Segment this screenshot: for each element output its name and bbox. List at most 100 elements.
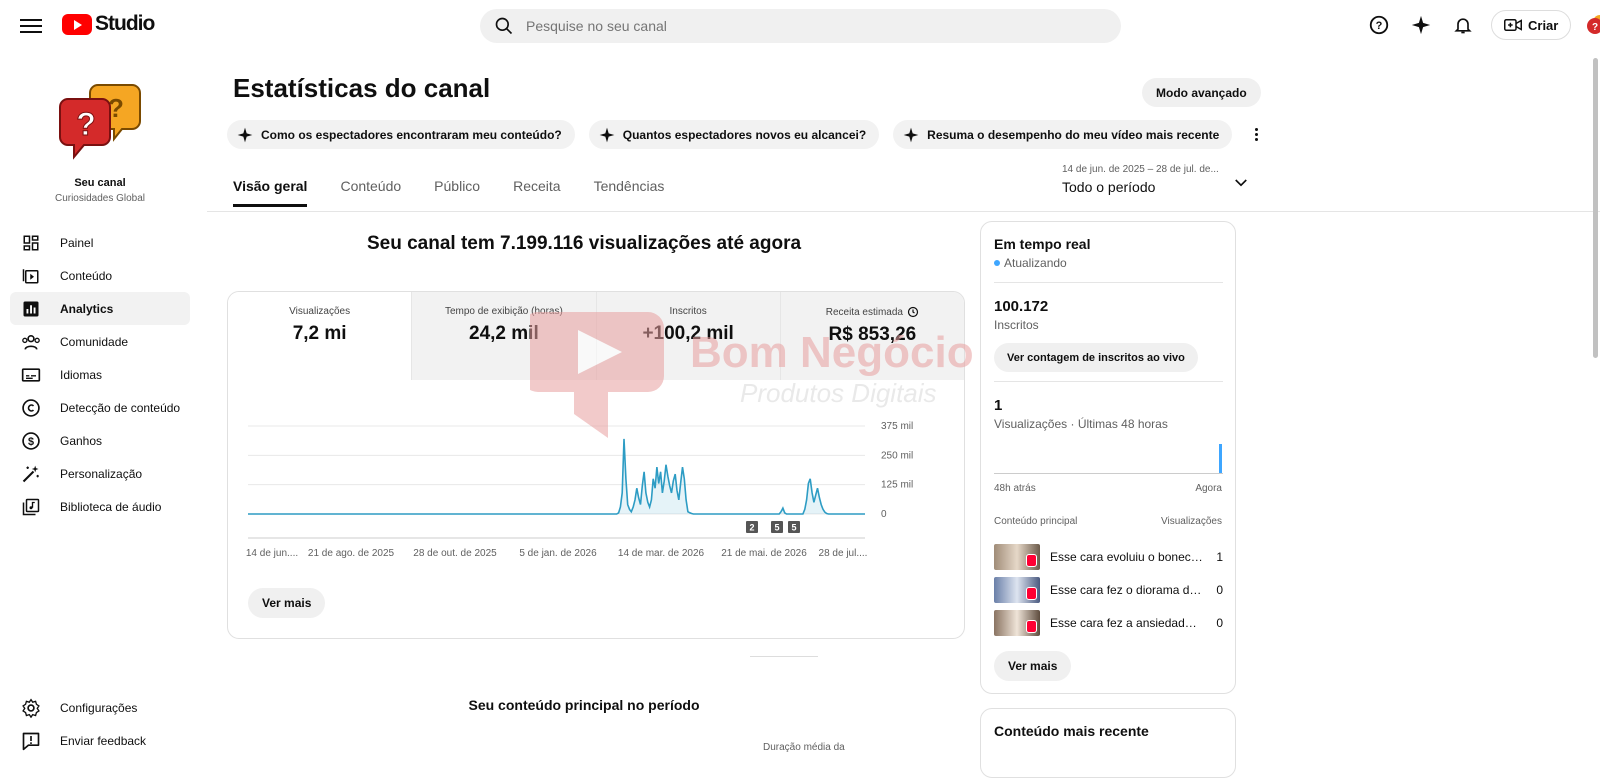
metric-label: Receita estimada <box>825 306 903 318</box>
sidebar-item-painel[interactable]: Painel <box>10 226 190 259</box>
search-icon <box>495 17 513 35</box>
tab-conteudo[interactable]: Conteúdo <box>340 178 401 207</box>
create-video-icon <box>1504 19 1522 31</box>
metric-tabs: Visualizações 7,2 mi Tempo de exibição (… <box>228 292 964 380</box>
suggestion-chip[interactable]: Resuma o desempenho do meu vídeo mais re… <box>893 120 1233 149</box>
settings-icon <box>20 697 42 719</box>
youtube-logo-icon <box>62 13 92 35</box>
notifications-icon[interactable] <box>1449 11 1477 39</box>
sidebar-item-ganhos[interactable]: $ Ganhos <box>10 424 190 457</box>
metric-revenue[interactable]: Receita estimada R$ 853,26 <box>779 292 964 380</box>
live-count-button[interactable]: Ver contagem de inscritos ao vivo <box>994 343 1198 372</box>
list-item[interactable]: Esse cara evoluiu o boneco de... 1 <box>994 544 1223 570</box>
list-item[interactable]: Esse cara fez o diorama do... 0 <box>994 577 1223 603</box>
sparkle-icon <box>599 127 615 142</box>
sparkle-icon <box>903 127 919 142</box>
search-bar[interactable] <box>480 9 1121 43</box>
y-tick-label: 250 mil <box>881 450 913 461</box>
sparkle-icon[interactable] <box>1407 11 1435 39</box>
x-tick-label: 14 de jun.... <box>246 548 298 559</box>
metric-label: Inscritos <box>669 306 707 317</box>
recent-content-title: Conteúdo mais recente <box>994 723 1149 739</box>
channel-avatar[interactable]: ? ? <box>58 77 142 161</box>
annotation-label: 2 <box>749 523 754 533</box>
chip-label: Como os espectadores encontraram meu con… <box>261 127 562 142</box>
tabs-divider <box>207 211 1600 212</box>
metric-watch-time[interactable]: Tempo de exibição (horas) 24,2 mil <box>411 292 596 380</box>
realtime-card: Em tempo real Atualizando 100.172 Inscri… <box>980 221 1236 694</box>
more-options-icon[interactable] <box>1246 125 1266 145</box>
metric-value: R$ 853,26 <box>828 324 917 345</box>
sidebar-item-feedback[interactable]: Enviar feedback <box>10 724 190 757</box>
sidebar-item-conteudo[interactable]: Conteúdo <box>10 259 190 292</box>
content-icon <box>20 265 42 287</box>
realtime-see-more-button[interactable]: Ver mais <box>994 651 1072 681</box>
search-input[interactable] <box>526 18 1026 34</box>
sidebar-item-configuracoes[interactable]: Configurações <box>10 691 190 724</box>
suggestion-chip[interactable]: Como os espectadores encontraram meu con… <box>227 120 575 149</box>
list-item[interactable]: Esse cara fez a ansiedade de... 0 <box>994 610 1223 636</box>
total-views-headline: Seu canal tem 7.199.116 visualizações at… <box>366 233 802 254</box>
feedback-icon <box>20 730 42 752</box>
create-label: Criar <box>1528 17 1559 33</box>
sidebar-bottom-nav: Configurações Enviar feedback <box>10 691 190 757</box>
top-bar: Studio ? Criar ? <box>0 0 1600 50</box>
create-button[interactable]: Criar <box>1491 10 1572 40</box>
annotation-label: 5 <box>791 523 796 533</box>
video-views: 0 <box>1216 583 1223 597</box>
video-thumbnail <box>994 544 1040 570</box>
svg-text:?: ? <box>1592 22 1598 33</box>
sidebar-item-deteccao[interactable]: Detecção de conteúdo <box>10 391 190 424</box>
sidebar-item-comunidade[interactable]: Comunidade <box>10 325 190 358</box>
account-avatar[interactable]: ? <box>1585 12 1600 38</box>
video-title: Esse cara fez a ansiedade de... <box>1050 616 1203 630</box>
realtime-subs-label: Inscritos <box>994 318 1039 332</box>
sidebar-item-biblioteca[interactable]: Biblioteca de áudio <box>10 490 190 523</box>
magic-wand-icon <box>20 463 42 485</box>
svg-text:$: $ <box>28 435 34 447</box>
metric-value: +100,2 mil <box>642 323 734 344</box>
axis-right: Agora <box>1195 483 1222 494</box>
studio-logo[interactable]: Studio <box>62 12 155 36</box>
tab-tendencias[interactable]: Tendências <box>594 178 665 207</box>
help-icon[interactable]: ? <box>1365 11 1393 39</box>
tab-receita[interactable]: Receita <box>513 178 560 207</box>
sidebar-item-label: Painel <box>60 235 94 250</box>
sidebar-item-label: Personalização <box>60 466 143 481</box>
logo-text: Studio <box>95 12 155 35</box>
tab-visao-geral[interactable]: Visão geral <box>233 178 308 207</box>
realtime-subs-value: 100.172 <box>994 298 1049 315</box>
video-title: Esse cara fez o diorama do... <box>1050 583 1203 597</box>
views-line-chart: 375 mil 250 mil 125 mil 0 2 5 5 14 de jun.... 21… <box>246 421 913 559</box>
suggestion-chip[interactable]: Quantos espectadores novos eu alcancei? <box>588 120 880 149</box>
metric-views[interactable]: Visualizações 7,2 mi <box>228 292 412 380</box>
section-divider <box>750 656 818 657</box>
realtime-bar <box>1219 444 1222 473</box>
metric-label: Tempo de exibição (horas) <box>444 306 563 317</box>
x-tick-label: 28 de jul.... <box>819 548 868 559</box>
sidebar-nav: Painel Conteúdo Analytics Comunidade Idi… <box>10 226 190 523</box>
video-thumbnail <box>994 610 1040 636</box>
metric-subscribers[interactable]: Inscritos +100,2 mil <box>595 292 780 380</box>
metric-value: 7,2 mi <box>292 323 347 344</box>
video-views: 1 <box>1216 550 1223 564</box>
sidebar-item-personalizacao[interactable]: Personalização <box>10 457 190 490</box>
tab-publico[interactable]: Público <box>434 178 480 207</box>
scrollbar[interactable] <box>1593 58 1598 358</box>
x-tick-label: 28 de out. de 2025 <box>413 548 497 559</box>
video-title: Esse cara evoluiu o boneco de... <box>1050 550 1203 564</box>
advanced-mode-button[interactable]: Modo avançado <box>1142 78 1261 107</box>
sidebar-item-label: Idiomas <box>60 367 103 382</box>
chevron-down-icon[interactable] <box>1232 174 1250 192</box>
earn-icon: $ <box>20 430 42 452</box>
sidebar-item-idiomas[interactable]: Idiomas <box>10 358 190 391</box>
y-tick-label: 375 mil <box>881 421 913 432</box>
realtime-views-label: Visualizações · Últimas 48 horas <box>994 417 1168 431</box>
y-tick-label: 0 <box>881 509 887 520</box>
menu-icon[interactable] <box>20 15 42 35</box>
sidebar-item-label: Enviar feedback <box>60 733 147 748</box>
subtitles-icon <box>20 364 42 386</box>
sidebar-item-analytics[interactable]: Analytics <box>10 292 190 325</box>
see-more-button[interactable]: Ver mais <box>248 588 326 618</box>
svg-text:?: ? <box>1376 20 1383 32</box>
